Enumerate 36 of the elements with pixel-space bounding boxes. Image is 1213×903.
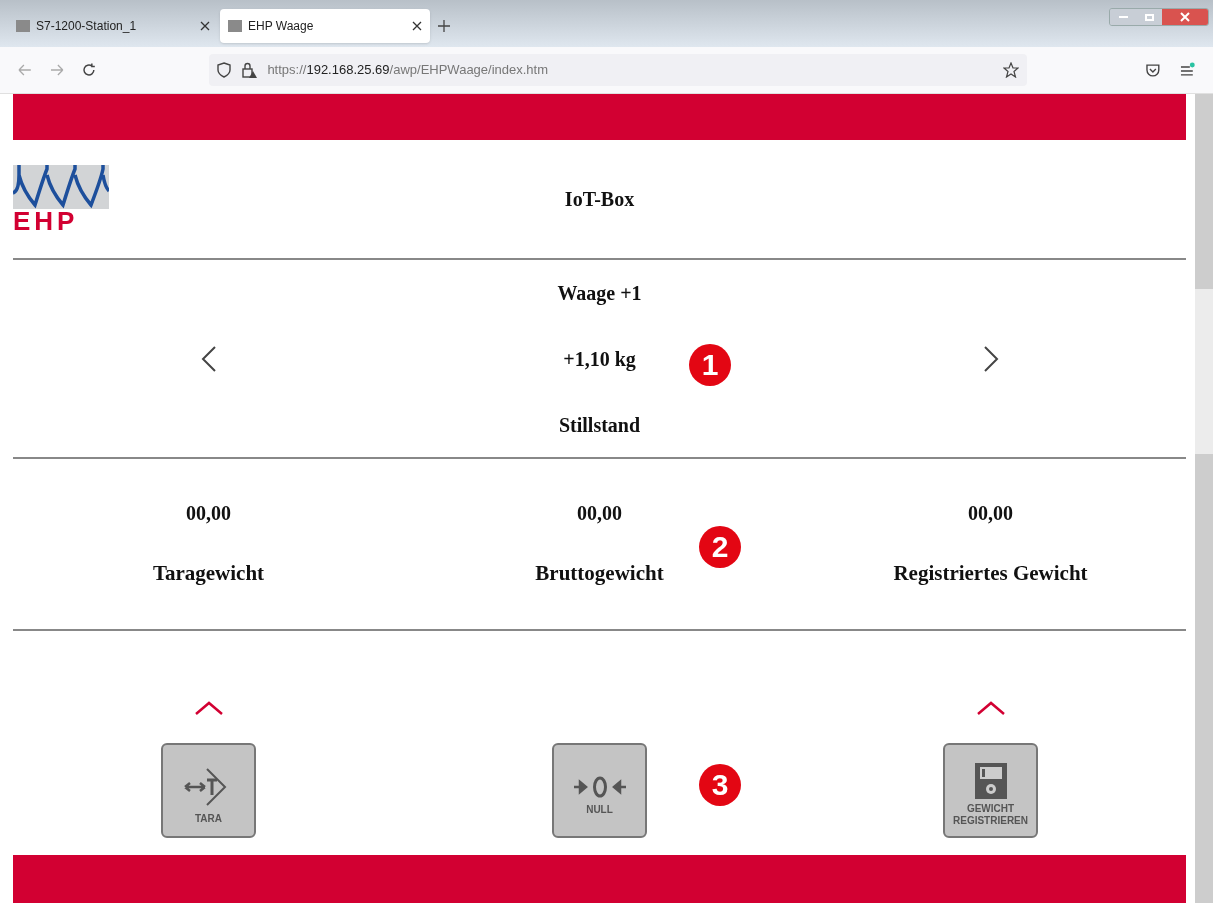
tab-title: EHP Waage [248,18,315,35]
shield-icon [217,62,232,78]
star-icon[interactable] [1003,62,1020,78]
action-button[interactable]: NULL [552,743,647,838]
weight-value: 00,00 [577,501,622,527]
number-badge: 1 [689,344,731,386]
reload-icon[interactable] [81,63,96,77]
weight-value: 00,00 [968,501,1013,527]
number-badge: 2 [699,526,741,568]
weight-value: 00,00 [186,501,231,527]
scale-name: Waage +1 [557,280,642,307]
scale-status: Stillstand [558,412,641,438]
close-icon[interactable] [412,21,422,31]
new-tab-icon[interactable] [438,20,450,32]
up-caret-icon[interactable] [194,701,223,715]
url-text: https://192.168.25.69/awp/EHPWaage/index.htm [267,61,550,80]
address-bar[interactable]: https://192.168.25.69/awp/EHPWaage/index.htm [209,54,1028,86]
action-button[interactable]: GEWICHT REGISTRIEREN [943,743,1038,838]
browser-tab[interactable]: S7-1200-Station_1 [8,9,218,43]
weight-label: Registriertes Gewicht [893,560,1088,588]
browser-tab[interactable]: EHP Waage [220,9,430,43]
weight-label: Taragewicht [152,560,265,588]
page-title: IoT-Box [564,187,635,212]
tab-title: S7-1200-Station_1 [36,18,138,35]
up-caret-icon[interactable] [976,701,1005,715]
lock-warning-icon [241,62,258,78]
action-button[interactable]: TARA [161,743,256,838]
ehp-logo: EHP [13,165,109,233]
pocket-icon[interactable] [1145,62,1162,78]
number-badge: 3 [699,764,741,806]
weight-label: Bruttogewicht [535,560,664,588]
menu-icon[interactable] [1179,62,1195,78]
weight-reading: +1,10 kg [563,346,636,373]
site-icon [228,20,242,32]
site-icon [16,20,30,32]
close-icon[interactable] [200,21,210,31]
